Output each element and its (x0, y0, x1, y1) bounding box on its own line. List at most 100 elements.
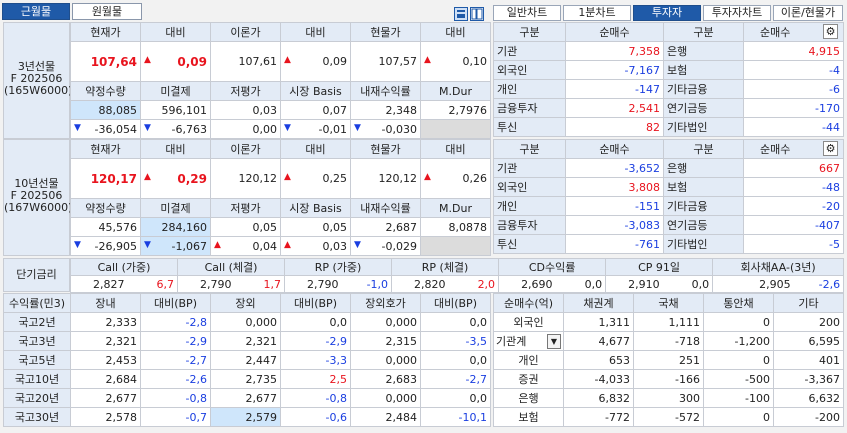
table-row: 외국인 1,311 1,111 0 200 (493, 312, 844, 332)
cell: 2,683 (350, 369, 421, 389)
investor-select[interactable]: 기관계 ▼ (493, 331, 564, 351)
cell: 2,677 (210, 388, 281, 408)
spot-price: 120,12 (350, 158, 421, 199)
futures-10y-label: 10년선물 F 202506 (167W6000) (3, 139, 73, 256)
col-header: 대비 (140, 22, 211, 42)
tab-theory-spot[interactable]: 이론/현물가 (773, 5, 843, 21)
table-row: 약정수량 미결제 저평가 시장 Basis 내재수익률 M.Dur (70, 81, 491, 101)
futures-10y-code: (167W6000) (4, 201, 73, 214)
table-row: 국고3년 2,321 -2,9 2,321 -2,9 2,315 -3,5 (3, 331, 491, 351)
row-label: 연기금등 (663, 98, 744, 118)
cell: 251 (633, 350, 704, 370)
cell: -4,033 (563, 369, 634, 389)
cell: 2,453 (70, 350, 141, 370)
col-header: 장외호가 (350, 293, 421, 313)
cell: 2,578 (70, 407, 141, 427)
table-row: 120,17 0,29 120,12 0,25 120,12 0,26 (70, 158, 491, 199)
col-header: RP (체결) (391, 258, 500, 276)
col-header: 이론가 (210, 22, 281, 42)
net-buy: 3,808 (565, 177, 664, 197)
row-label: 개인 (493, 79, 566, 99)
open-interest-change: -1,067 (140, 236, 211, 256)
undervalue: 0,03 (210, 100, 281, 120)
layout-toggle-icon[interactable] (454, 7, 468, 21)
cell: 0 (703, 312, 774, 332)
volume: 88,085 (70, 100, 141, 120)
gear-icon[interactable]: ⚙ (823, 141, 838, 156)
short-rate-label: 단기금리 (3, 258, 70, 292)
table-row: 현재가 대비 이론가 대비 현물가 대비 (70, 139, 491, 159)
volume: 45,576 (70, 217, 141, 237)
row-label: 기타금융 (663, 196, 744, 216)
implied-yield: 2,687 (350, 217, 421, 237)
cell: -200 (773, 407, 844, 427)
tab-investor[interactable]: 투자자 (633, 5, 701, 21)
cell: -0,8 (280, 388, 351, 408)
col-header: RP (가중) (284, 258, 393, 276)
futures-3y-table: 현재가 대비 이론가 대비 현물가 대비 107,64 0,09 107,61 … (70, 22, 491, 139)
gear-icon[interactable]: ⚙ (823, 24, 838, 39)
table-row: 개인 -151 기타금융 -20 (493, 196, 844, 216)
col-header: Call (체결) (177, 258, 286, 276)
volume-change: -36,054 (70, 119, 141, 139)
open-interest: 596,101 (140, 100, 211, 120)
col-header: 구분 (663, 22, 744, 42)
tab-1min-chart[interactable]: 1분차트 (563, 5, 631, 21)
rate-value: 2,910 (605, 275, 663, 293)
cell: 0,0 (280, 312, 351, 332)
row-label: 투신 (493, 234, 566, 254)
undervalue: 0,05 (210, 217, 281, 237)
row-label: 보험 (493, 407, 564, 427)
col-header: 채권계 (563, 293, 634, 313)
row-label: 금융투자 (493, 98, 566, 118)
col-header: 대비(BP) (140, 293, 211, 313)
row-label: 국고3년 (3, 331, 71, 351)
tab-investor-chart[interactable]: 투자자차트 (703, 5, 771, 21)
row-label: 국고2년 (3, 312, 71, 332)
tab-far-month[interactable]: 원월물 (72, 3, 142, 20)
table-row: 기관 7,358 은행 4,915 (493, 41, 844, 61)
col-header: 회사채AA-(3년) (712, 258, 845, 276)
undervalue-change: 0,04 (210, 236, 281, 256)
table-row: 기관 -3,652 은행 667 (493, 158, 844, 178)
cell: -3,3 (280, 350, 351, 370)
tab-near-month[interactable]: 근월물 (2, 3, 70, 20)
row-label: 개인 (493, 350, 564, 370)
col-header: 저평가 (210, 81, 281, 101)
change: 0,09 (140, 41, 211, 82)
col-header: M.Dur (420, 198, 491, 218)
row-label: 개인 (493, 196, 566, 216)
net-buy: -407 (743, 215, 844, 235)
market-basis-change: 0,03 (280, 236, 351, 256)
cell: 2,677 (70, 388, 141, 408)
net-buy: 2,541 (565, 98, 664, 118)
short-rate-table: Call (가중) Call (체결) RP (가중) RP (체결) CD수익… (69, 258, 845, 293)
m-dur: 2,7976 (420, 100, 491, 120)
col-header: 미결제 (140, 81, 211, 101)
table-row: 국고20년 2,677 -0,8 2,677 -0,8 0,000 0,0 (3, 388, 491, 408)
cell: 2,579 (210, 407, 281, 427)
chevron-down-icon[interactable]: ▼ (547, 334, 561, 349)
table-row: -26,905 -1,067 0,04 0,03 -0,029 (70, 236, 491, 256)
net-buy: -20 (743, 196, 844, 216)
cell: -2,6 (140, 369, 211, 389)
cell: -0,7 (140, 407, 211, 427)
row-label: 기타금융 (663, 79, 744, 99)
cell: 0,0 (420, 388, 491, 408)
split-view-icon[interactable] (470, 7, 484, 21)
net-buy: -3,652 (565, 158, 664, 178)
col-header: 기타 (773, 293, 844, 313)
col-header: CP 91일 (605, 258, 714, 276)
table-row: 국고5년 2,453 -2,7 2,447 -3,3 0,000 0,0 (3, 350, 491, 370)
row-label: 은행 (493, 388, 564, 408)
investor-table-10y: 구분 순매수 구분 순매수 기관 -3,652 은행 667 외국인 3,808 보험 -4… (493, 139, 844, 254)
row-label: 기관 (493, 158, 566, 178)
cell: 2,684 (70, 369, 141, 389)
spot-price: 107,57 (350, 41, 421, 82)
net-buy: 667 (743, 158, 844, 178)
rate-change: -1,0 (341, 275, 393, 293)
table-row: 107,64 0,09 107,61 0,09 107,57 0,10 (70, 41, 491, 82)
tab-general-chart[interactable]: 일반차트 (493, 5, 561, 21)
net-buy: 82 (565, 117, 664, 137)
open-interest-change: -6,763 (140, 119, 211, 139)
